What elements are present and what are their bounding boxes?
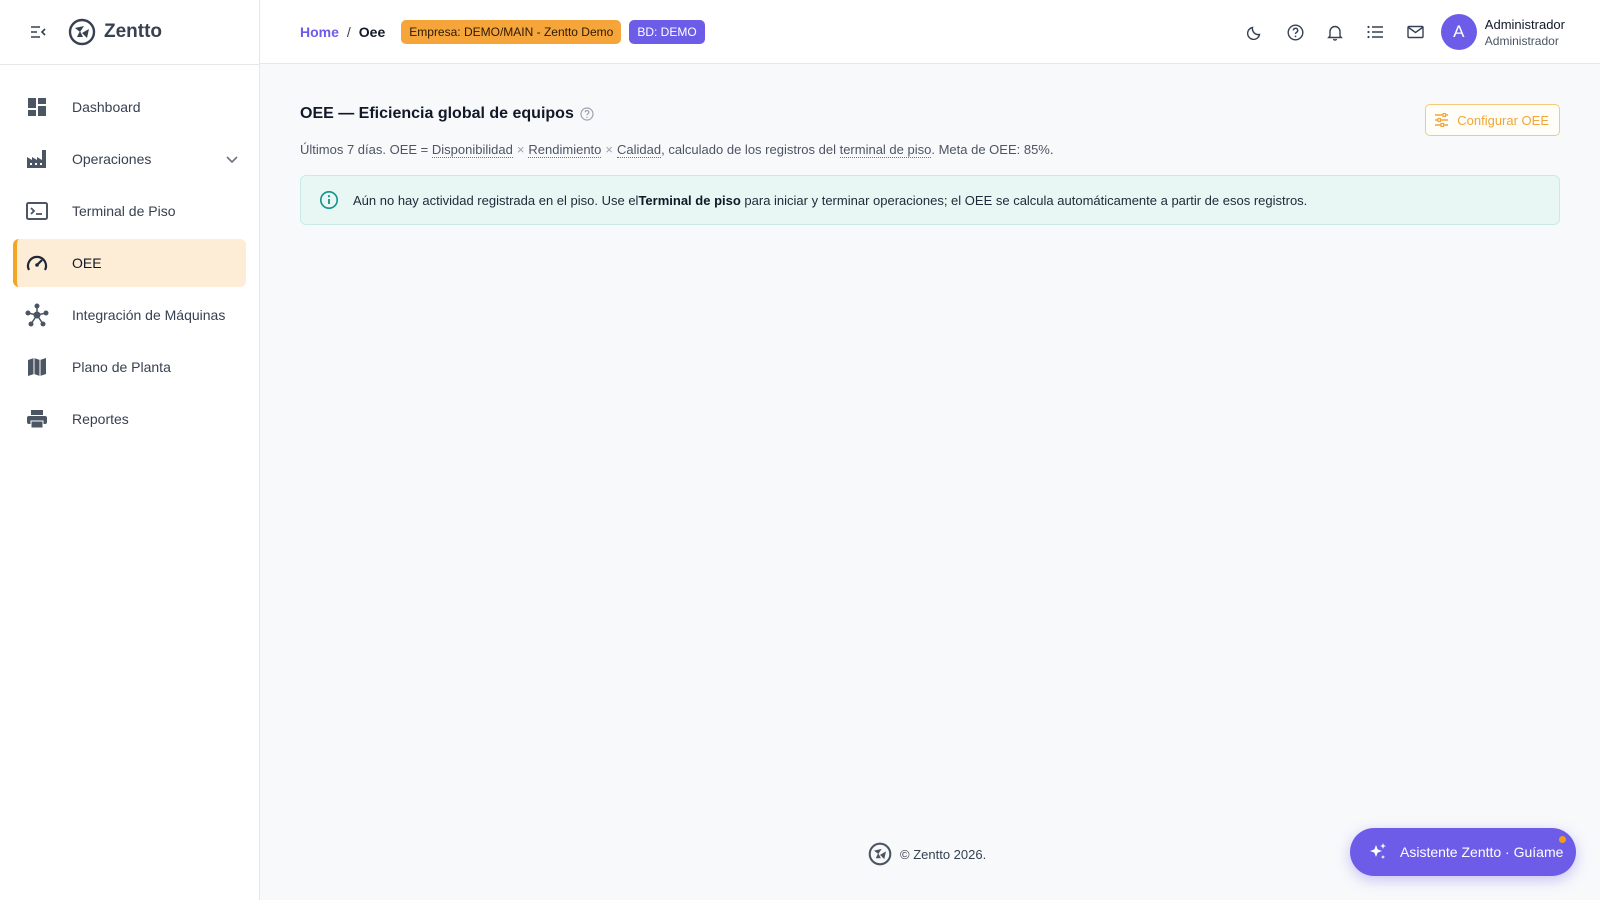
menu-collapse-icon[interactable] <box>28 22 48 42</box>
alert-text-before: Aún no hay actividad registrada en el pi… <box>353 192 639 208</box>
sidebar-nav: Dashboard Operaciones Terminal de Piso O… <box>0 65 259 443</box>
term-calidad[interactable]: Calidad <box>617 142 662 158</box>
database-badge: BD: DEMO <box>629 19 705 44</box>
bell-icon[interactable] <box>1325 20 1345 44</box>
printer-icon <box>25 407 49 431</box>
sidebar-item-label: Plano de Planta <box>72 359 171 375</box>
term-disponibilidad[interactable]: Disponibilidad <box>431 142 513 158</box>
zentto-logo-icon <box>68 18 96 46</box>
map-icon <box>25 355 49 379</box>
sidebar-item-label: OEE <box>72 255 102 271</box>
avatar[interactable]: A <box>1440 14 1477 50</box>
user-name: Administrador <box>1484 16 1565 32</box>
brand-header: Zentto <box>0 0 259 65</box>
sidebar: Zentto Dashboard Operaciones Terminal de… <box>0 0 260 900</box>
sparkles-icon <box>1370 843 1386 859</box>
subtitle-middle: , calculado de los registros del <box>661 142 840 157</box>
alert-text-after: para iniciar y terminar operaciones; el … <box>740 192 1308 208</box>
assistant-label: Asistente Zentto · Guíame <box>1400 844 1564 860</box>
sidebar-item-dashboard[interactable]: Dashboard <box>13 83 246 131</box>
footer: © Zentto 2026. <box>868 842 986 866</box>
times-sign: × <box>605 142 613 157</box>
user-role: Administrador <box>1484 33 1559 48</box>
configure-oee-label: Configurar OEE <box>1457 112 1549 128</box>
empresa-badge: Empresa: DEMO/MAIN - Zentto Demo <box>401 19 622 44</box>
mail-icon[interactable] <box>1405 20 1425 44</box>
moon-icon[interactable] <box>1245 20 1265 44</box>
sidebar-item-label: Operaciones <box>72 151 152 167</box>
subtitle-prefix: Últimos 7 días. OEE = <box>300 142 432 157</box>
sidebar-item-label: Reportes <box>72 411 129 427</box>
topbar: Home / Oee Empresa: DEMO/MAIN - Zentto D… <box>260 0 1600 64</box>
info-alert: Aún no hay actividad registrada en el pi… <box>300 175 1560 225</box>
page-header: OEE — Eficiencia global de equipos Confi… <box>300 64 1560 158</box>
sidebar-item-oee[interactable]: OEE <box>13 239 246 287</box>
sidebar-item-operaciones[interactable]: Operaciones <box>13 135 246 183</box>
page-title-text: OEE — Eficiencia global de equipos <box>300 105 574 122</box>
speedometer-icon <box>25 251 49 275</box>
user-menu[interactable]: A Administrador Administrador <box>1440 14 1565 50</box>
breadcrumb-home-link[interactable]: Home <box>300 24 339 40</box>
breadcrumb-separator: / <box>346 23 351 40</box>
term-terminal-de-piso[interactable]: terminal de piso <box>839 142 932 158</box>
sidebar-item-label: Terminal de Piso <box>72 203 176 219</box>
configure-oee-button[interactable]: Configurar OEE <box>1425 104 1560 136</box>
subtitle-suffix: . Meta de OEE: 85%. <box>931 142 1054 157</box>
assistant-button[interactable]: Asistente Zentto · Guíame <box>1350 828 1576 876</box>
page-subtitle: Últimos 7 días. OEE = Disponibilidad × Ren… <box>300 142 1054 158</box>
factory-icon <box>25 147 49 171</box>
sidebar-item-terminal-de-piso[interactable]: Terminal de Piso <box>13 187 246 235</box>
breadcrumb-current: Oee <box>358 23 386 40</box>
help-icon[interactable] <box>1285 20 1305 44</box>
times-sign: × <box>516 142 525 157</box>
page-title: OEE — Eficiencia global de equipos <box>300 105 594 123</box>
info-icon <box>320 191 338 209</box>
hub-icon <box>25 303 49 327</box>
help-icon[interactable] <box>580 107 594 121</box>
chevron-down-icon[interactable] <box>222 149 242 169</box>
term-rendimiento[interactable]: Rendimiento <box>528 142 602 158</box>
alert-text-strong: Terminal de piso <box>638 192 741 208</box>
tune-icon <box>1435 113 1449 127</box>
topbar-actions <box>1245 20 1425 44</box>
main-content: OEE — Eficiencia global de equipos Confi… <box>300 64 1560 225</box>
terminal-icon <box>25 199 49 223</box>
zentto-logo-icon <box>868 842 892 866</box>
sidebar-item-reportes[interactable]: Reportes <box>13 395 246 443</box>
sidebar-item-integracion-de-maquinas[interactable]: Integración de Máquinas <box>13 291 246 339</box>
sidebar-item-label: Dashboard <box>72 99 141 115</box>
sidebar-item-label: Integración de Máquinas <box>72 307 226 323</box>
sidebar-item-plano-de-planta[interactable]: Plano de Planta <box>13 343 246 391</box>
brand-name: Zentto <box>104 21 163 42</box>
notification-dot <box>1559 836 1566 843</box>
breadcrumb: Home / Oee <box>300 24 401 40</box>
dashboard-icon <box>25 95 49 119</box>
footer-copyright: © Zentto 2026. <box>900 846 987 862</box>
list-icon[interactable] <box>1365 20 1385 44</box>
